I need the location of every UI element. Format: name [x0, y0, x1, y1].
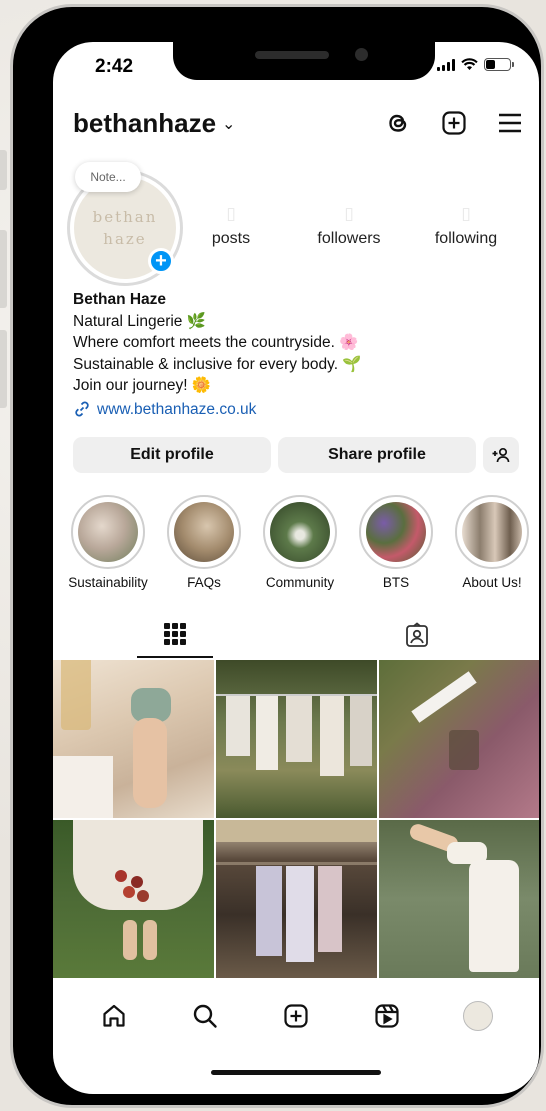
- home-icon: [103, 1004, 125, 1027]
- nav-profile[interactable]: [458, 996, 498, 1036]
- stat-followers-label: followers: [317, 230, 381, 247]
- phone-side-button: [0, 150, 7, 190]
- notch-speaker: [255, 51, 329, 59]
- bio-link[interactable]: www.bethanhaze.co.uk: [73, 399, 513, 421]
- battery-icon: [484, 58, 514, 71]
- header-actions: [383, 108, 525, 138]
- bio: Bethan Haze Natural Lingerie 🌿 Where com…: [73, 289, 513, 420]
- bottom-nav: [53, 986, 539, 1046]
- highlight-community[interactable]: Community: [259, 495, 341, 590]
- phone-screen: 2:42 bethanhaze ⌄ bethan haze Note... + …: [53, 42, 539, 1094]
- threads-icon[interactable]: [383, 108, 413, 138]
- stat-following-label: following: [434, 230, 498, 247]
- stat-posts-count: ▯: [226, 204, 236, 223]
- post-thumbnail[interactable]: [379, 660, 539, 818]
- highlight-sustainability[interactable]: Sustainability: [67, 495, 149, 590]
- display-name: Bethan Haze: [73, 291, 167, 308]
- signal-icon: [437, 58, 455, 71]
- status-icons: [437, 58, 514, 71]
- post-thumbnail[interactable]: [216, 820, 377, 978]
- username: bethanhaze: [73, 108, 217, 138]
- username-switcher[interactable]: bethanhaze ⌄: [73, 108, 235, 139]
- nav-create[interactable]: [276, 996, 316, 1036]
- notch: [173, 42, 435, 80]
- stat-posts-label: posts: [211, 230, 251, 247]
- grid-icon: [164, 623, 186, 645]
- create-icon[interactable]: [439, 108, 469, 138]
- nav-search[interactable]: [185, 996, 225, 1036]
- posts-grid: [53, 660, 539, 978]
- post-thumbnail[interactable]: [53, 820, 214, 978]
- phone-frame: 2:42 bethanhaze ⌄ bethan haze Note... + …: [10, 4, 544, 1108]
- add-person-icon: [492, 447, 510, 463]
- edit-profile-button[interactable]: Edit profile: [73, 437, 271, 473]
- nav-reels[interactable]: [367, 996, 407, 1036]
- tab-tagged[interactable]: [379, 612, 455, 658]
- menu-icon[interactable]: [495, 108, 525, 138]
- highlight-thumb: [174, 502, 234, 562]
- discover-people-button[interactable]: [483, 437, 519, 473]
- highlight-about-us[interactable]: About Us!: [451, 495, 533, 590]
- highlight-bts[interactable]: BTS: [355, 495, 437, 590]
- create-icon: [284, 1004, 308, 1028]
- highlight-thumb: [462, 502, 522, 562]
- stat-followers[interactable]: ▯ followers: [299, 204, 399, 248]
- stat-following-count: ▯: [461, 204, 471, 223]
- tagged-icon: [406, 622, 428, 647]
- add-story-button[interactable]: +: [148, 248, 174, 274]
- profile-avatar: [462, 1001, 493, 1031]
- post-thumbnail[interactable]: [379, 820, 539, 978]
- highlight-label: About Us!: [462, 575, 522, 590]
- wifi-icon: [461, 58, 478, 70]
- note-bubble[interactable]: Note...: [75, 162, 141, 192]
- stat-following[interactable]: ▯ following: [416, 204, 516, 248]
- bio-line: Where comfort meets the countryside. 🌸: [73, 334, 359, 351]
- profile-tabs: [53, 612, 539, 658]
- link-text: www.bethanhaze.co.uk: [97, 400, 257, 418]
- post-thumbnail[interactable]: [216, 660, 377, 818]
- highlight-label: BTS: [382, 575, 410, 590]
- stat-followers-count: ▯: [344, 204, 354, 223]
- tab-posts[interactable]: [137, 612, 213, 658]
- highlight-label: Sustainability: [68, 575, 148, 590]
- post-thumbnail[interactable]: [53, 660, 214, 818]
- bio-line: Join our journey! 🌼: [73, 377, 212, 394]
- highlight-label: FAQs: [187, 575, 221, 590]
- notch-camera: [355, 48, 368, 61]
- home-indicator: [211, 1070, 381, 1075]
- chevron-down-icon: ⌄: [222, 115, 236, 133]
- bio-line: Natural Lingerie 🌿: [73, 312, 207, 330]
- share-profile-button[interactable]: Share profile: [278, 437, 476, 473]
- link-icon: [75, 401, 89, 417]
- search-icon: [193, 1004, 217, 1028]
- highlight-thumb: [366, 502, 426, 562]
- nav-home[interactable]: [94, 996, 134, 1036]
- highlight-thumb: [270, 502, 330, 562]
- highlight-faqs[interactable]: FAQs: [163, 495, 245, 590]
- phone-volume-up: [0, 230, 7, 308]
- bio-line: Sustainable & inclusive for every body. …: [73, 355, 362, 373]
- phone-volume-down: [0, 330, 7, 408]
- stat-posts[interactable]: ▯ posts: [181, 204, 281, 248]
- highlight-thumb: [78, 502, 138, 562]
- highlight-label: Community: [265, 575, 335, 590]
- status-time: 2:42: [95, 56, 134, 77]
- reels-icon: [375, 1004, 399, 1028]
